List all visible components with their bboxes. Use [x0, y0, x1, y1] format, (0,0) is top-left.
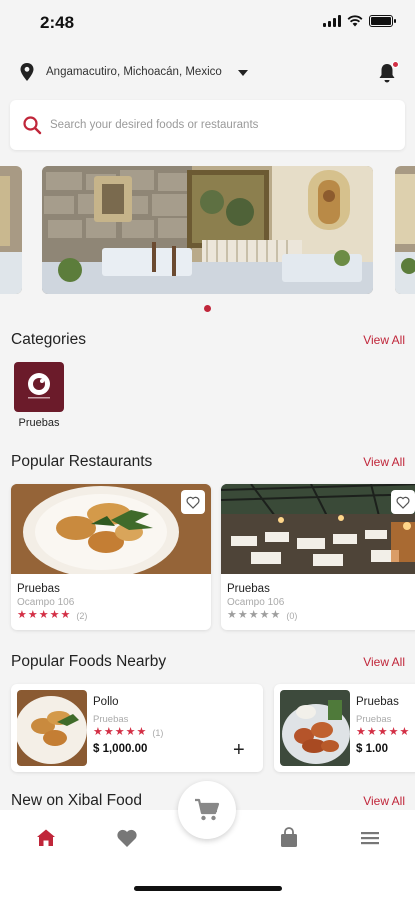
restaurant-address: Ocampo 106: [227, 597, 285, 608]
search-input[interactable]: [50, 100, 395, 150]
star-icon: ★: [38, 609, 49, 621]
popular-restaurants-title: Popular Restaurants: [11, 453, 153, 470]
star-icon: ★: [93, 726, 103, 738]
categories-view-all[interactable]: View All: [363, 333, 405, 347]
food-name: Pruebas: [356, 696, 399, 708]
star-icon: ★: [366, 726, 377, 738]
star-icon: ★: [259, 609, 270, 621]
star-rating: ★ ★ ★ ★ ★ (0): [227, 610, 297, 621]
food-card[interactable]: Pollo Pruebas ★ ★ ★ ★ ★ (1) $ 1,000.00 +: [11, 684, 263, 772]
restaurant-address: Ocampo 106: [17, 597, 75, 608]
cart-button[interactable]: [178, 781, 236, 839]
star-icon: ★: [103, 726, 114, 738]
category-tile[interactable]: [14, 362, 64, 412]
star-icon: ★: [27, 609, 38, 621]
banner-slide-active[interactable]: [42, 166, 373, 294]
food-image: [17, 690, 87, 766]
popular-foods-title: Popular Foods Nearby: [11, 653, 167, 670]
category-label[interactable]: Pruebas: [10, 417, 68, 429]
popular-restaurants-view-all[interactable]: View All: [363, 455, 405, 469]
bag-icon[interactable]: [277, 826, 301, 850]
status-time: 2:48: [40, 13, 75, 32]
star-icon: ★: [356, 726, 366, 738]
star-icon: ★: [399, 726, 410, 738]
restaurant-card[interactable]: Pruebas Ocampo 106 ★ ★ ★ ★ ★ (2): [11, 484, 211, 630]
popular-foods-view-all[interactable]: View All: [363, 655, 405, 669]
star-icon: ★: [136, 726, 147, 738]
food-card[interactable]: Pruebas Pruebas ★ ★ ★ ★ ★ $ 1.00: [274, 684, 415, 772]
heart-outline-icon: [186, 496, 200, 509]
star-rating: ★ ★ ★ ★ ★ (1): [93, 727, 163, 738]
food-price: $ 1,000.00: [93, 743, 148, 755]
home-icon[interactable]: [34, 826, 58, 850]
status-icons: [323, 15, 396, 27]
categories-title: Categories: [11, 331, 86, 348]
rating-count: (0): [286, 610, 298, 621]
favorite-button[interactable]: [391, 490, 415, 514]
banner-carousel[interactable]: [0, 166, 415, 296]
chevron-down-icon[interactable]: [238, 70, 248, 76]
banner-slide-next[interactable]: [395, 166, 415, 294]
home-indicator: [134, 886, 282, 891]
heart-outline-icon: [396, 496, 410, 509]
status-bar: 2:48: [0, 0, 415, 44]
food-price: $ 1.00: [356, 743, 388, 755]
star-icon: ★: [237, 609, 248, 621]
banner-slide-prev[interactable]: [0, 166, 22, 294]
cart-icon: [195, 798, 220, 821]
star-icon: ★: [125, 726, 136, 738]
star-icon: ★: [270, 609, 281, 621]
wifi-icon: [347, 15, 363, 27]
restaurant-name: Pruebas: [227, 583, 270, 595]
favorite-button[interactable]: [181, 490, 205, 514]
star-rating: ★ ★ ★ ★ ★ (2): [17, 610, 87, 621]
add-to-cart-button[interactable]: +: [233, 739, 245, 762]
food-restaurant: Pruebas: [356, 714, 392, 725]
food-name: Pollo: [93, 696, 119, 708]
search-icon: [23, 116, 42, 135]
star-icon: ★: [388, 726, 399, 738]
heart-icon[interactable]: [115, 826, 139, 850]
rating-count: (1): [152, 727, 164, 738]
star-icon: ★: [49, 609, 60, 621]
map-pin-icon: [20, 63, 34, 81]
food-image: [280, 690, 350, 766]
star-icon: ★: [17, 609, 27, 621]
location-bar[interactable]: Angamacutiro, Michoacán, Mexico: [0, 52, 415, 92]
star-icon: ★: [227, 609, 237, 621]
star-rating: ★ ★ ★ ★ ★: [356, 727, 409, 738]
restaurant-name: Pruebas: [17, 583, 60, 595]
search-bar[interactable]: [10, 100, 405, 150]
star-icon: ★: [377, 726, 388, 738]
star-icon: ★: [60, 609, 71, 621]
signal-icon: [323, 15, 341, 27]
location-label[interactable]: Angamacutiro, Michoacán, Mexico: [46, 66, 222, 78]
restaurant-card[interactable]: Pruebas Ocampo 106 ★ ★ ★ ★ ★ (0): [221, 484, 415, 630]
star-icon: ★: [114, 726, 125, 738]
new-on-title: New on Xibal Food: [11, 792, 142, 809]
category-logo-icon: [28, 373, 50, 399]
rating-count: (2): [76, 610, 88, 621]
notification-badge: [392, 61, 399, 68]
star-icon: ★: [248, 609, 259, 621]
restaurant-image: [221, 484, 415, 574]
menu-icon[interactable]: [358, 826, 382, 850]
food-restaurant: Pruebas: [93, 714, 129, 725]
new-on-view-all[interactable]: View All: [363, 794, 405, 808]
carousel-dot-active[interactable]: [204, 305, 211, 312]
battery-icon: [369, 15, 396, 27]
